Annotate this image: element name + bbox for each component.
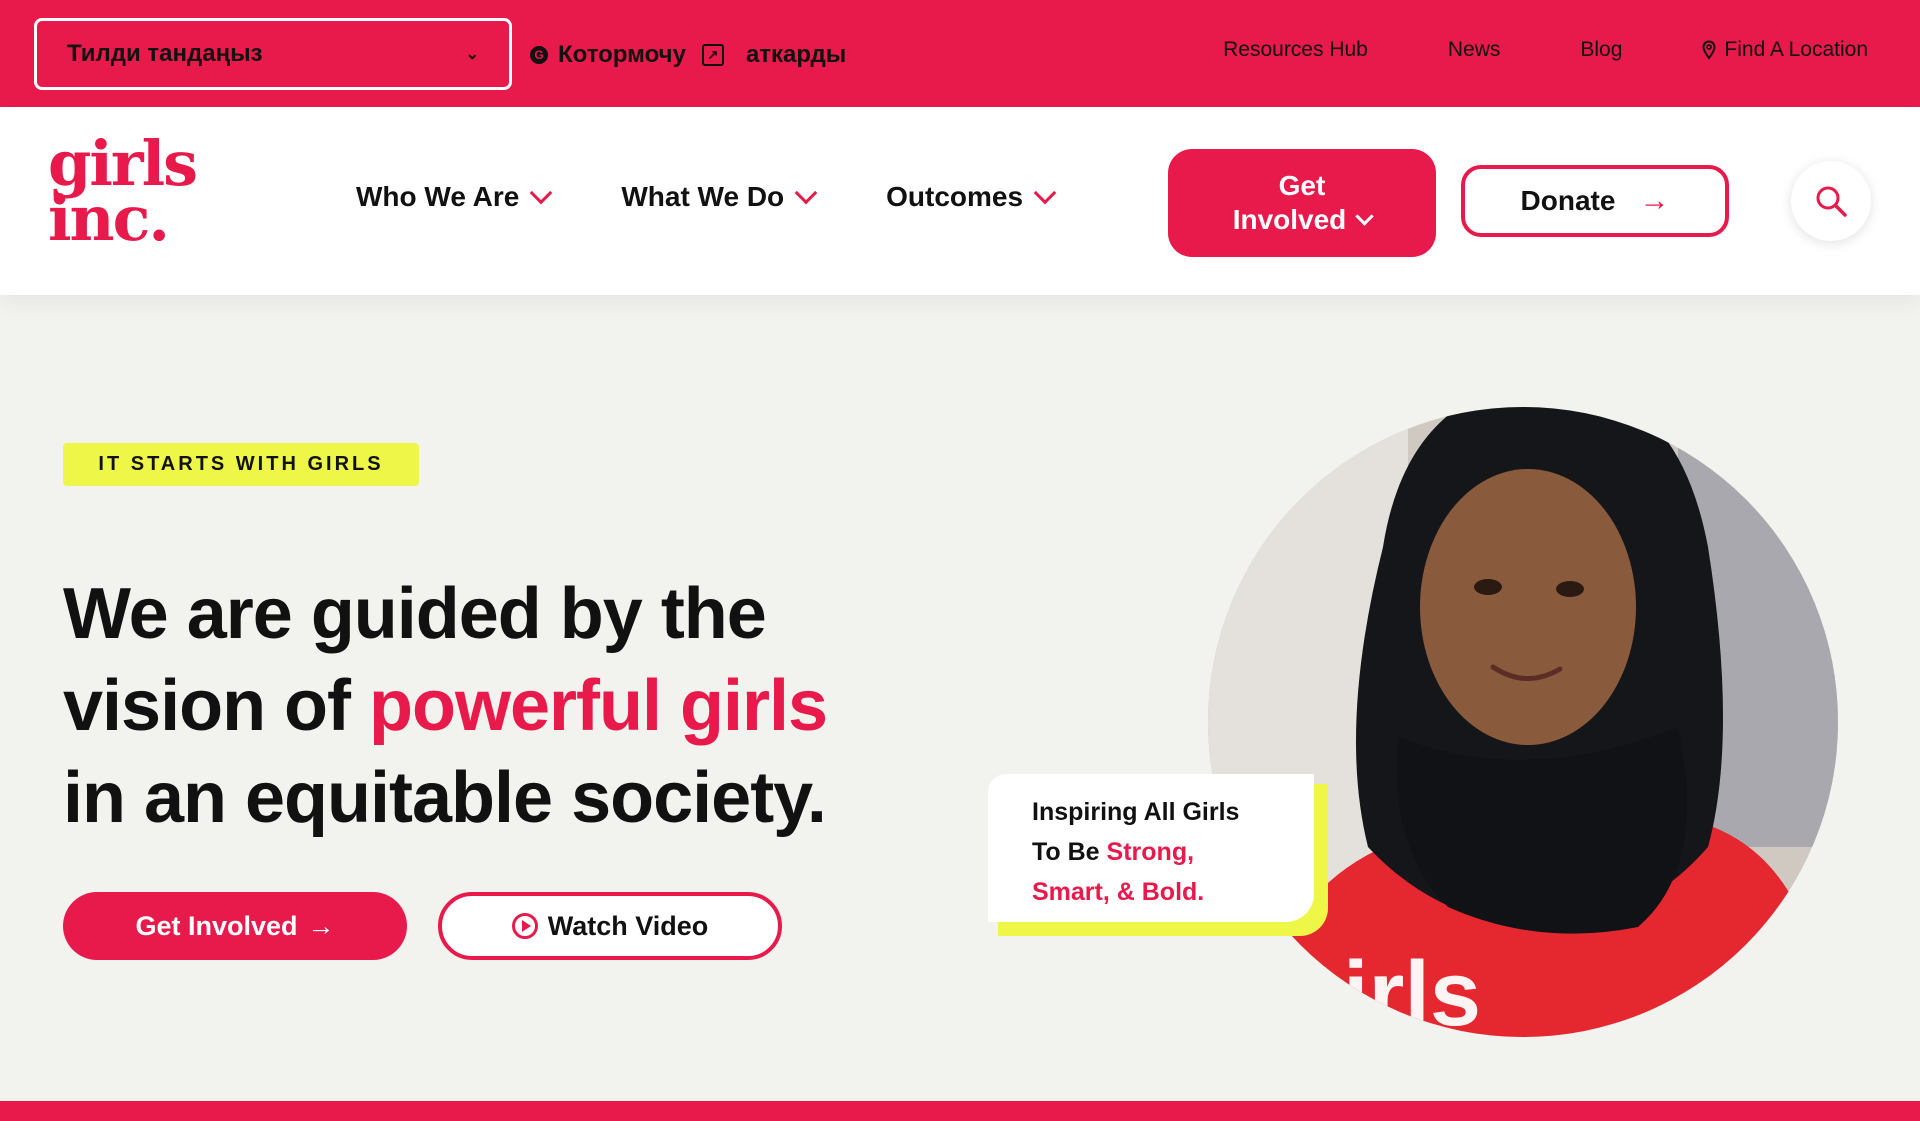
get-involved-line-1: Get bbox=[1278, 170, 1326, 202]
nav-what-we-do[interactable]: What We Do bbox=[621, 181, 818, 213]
map-pin-icon bbox=[1702, 40, 1716, 60]
girl-portrait-image: irls bbox=[1208, 407, 1838, 1037]
resources-hub-link[interactable]: Resources Hub bbox=[1223, 38, 1368, 62]
utility-bar: Тилди тандаңыз ⌄ G Котормочу ↗ аткарды R… bbox=[0, 0, 1920, 107]
bottom-strip bbox=[0, 1101, 1920, 1121]
donate-label: Donate bbox=[1520, 185, 1616, 216]
get-involved-line-2: Involved bbox=[1232, 204, 1347, 235]
search-button[interactable] bbox=[1791, 161, 1871, 241]
headline-part-2: in an equitable society. bbox=[63, 758, 827, 838]
chevron-down-icon bbox=[1033, 181, 1057, 205]
main-nav: Who We Are What We Do Outcomes bbox=[356, 181, 1057, 213]
nav-what-we-do-label: What We Do bbox=[621, 181, 785, 212]
translate-link[interactable]: аткарды bbox=[746, 41, 846, 69]
quote-line-2: To Be bbox=[1032, 838, 1107, 866]
translate-widget: G Котормочу ↗ аткарды bbox=[530, 38, 846, 72]
arrow-right-icon: → bbox=[307, 910, 335, 941]
hero-get-involved-label: Get Involved bbox=[135, 910, 298, 941]
quote-line-1: Inspiring All Girls bbox=[1032, 798, 1240, 826]
nav-who-we-are[interactable]: Who We Are bbox=[356, 181, 553, 213]
hero-get-involved-button[interactable]: Get Involved → bbox=[63, 892, 407, 960]
find-location-label: Find A Location bbox=[1724, 38, 1868, 61]
translate-label: Котормочу bbox=[558, 41, 686, 68]
language-select-label: Тилди тандаңыз bbox=[67, 40, 263, 67]
girls-inc-logo[interactable]: girls inc. bbox=[48, 133, 198, 255]
quote-line-3: Smart, & Bold. bbox=[1032, 878, 1205, 906]
quote-line-2-highlight: Strong, bbox=[1106, 838, 1195, 866]
find-location-link[interactable]: Find A Location bbox=[1702, 38, 1868, 62]
hero-headline: We are guided by the vision of powerful … bbox=[63, 568, 883, 844]
get-involved-menu-button[interactable]: Get Involved bbox=[1168, 149, 1436, 257]
search-icon bbox=[1816, 186, 1847, 217]
nav-outcomes-label: Outcomes bbox=[886, 181, 1024, 212]
hero-photo: irls bbox=[1208, 407, 1838, 1037]
quote-card: Inspiring All Girls To Be Strong, Smart,… bbox=[988, 774, 1328, 936]
nav-who-we-are-label: Who We Are bbox=[356, 181, 520, 212]
nav-outcomes[interactable]: Outcomes bbox=[886, 181, 1057, 213]
chevron-down-icon bbox=[1355, 207, 1374, 226]
arrow-right-icon: → bbox=[1639, 184, 1670, 217]
chevron-down-icon: ⌄ bbox=[465, 46, 479, 63]
chevron-down-icon bbox=[794, 181, 818, 205]
main-header: girls inc. Who We Are What We Do Outcome… bbox=[0, 107, 1920, 295]
svg-text:irls: irls bbox=[1343, 943, 1481, 1037]
google-translate-icon: G bbox=[530, 46, 548, 64]
logo-line-2: inc. bbox=[48, 181, 170, 255]
donate-button[interactable]: Donate → bbox=[1461, 165, 1729, 237]
blog-link[interactable]: Blog bbox=[1580, 38, 1622, 62]
external-link-icon[interactable]: ↗ bbox=[701, 44, 724, 66]
hero-badge: IT STARTS WITH GIRLS bbox=[63, 443, 419, 486]
utility-nav: Resources Hub News Blog Find A Location bbox=[1223, 38, 1868, 62]
watch-video-label: Watch Video bbox=[547, 910, 709, 941]
headline-highlight: powerful girls bbox=[369, 666, 828, 746]
language-select[interactable]: Тилди тандаңыз ⌄ bbox=[34, 18, 512, 90]
news-link[interactable]: News bbox=[1448, 38, 1501, 62]
play-icon bbox=[511, 913, 538, 939]
watch-video-button[interactable]: Watch Video bbox=[438, 892, 782, 960]
chevron-down-icon bbox=[530, 181, 553, 205]
